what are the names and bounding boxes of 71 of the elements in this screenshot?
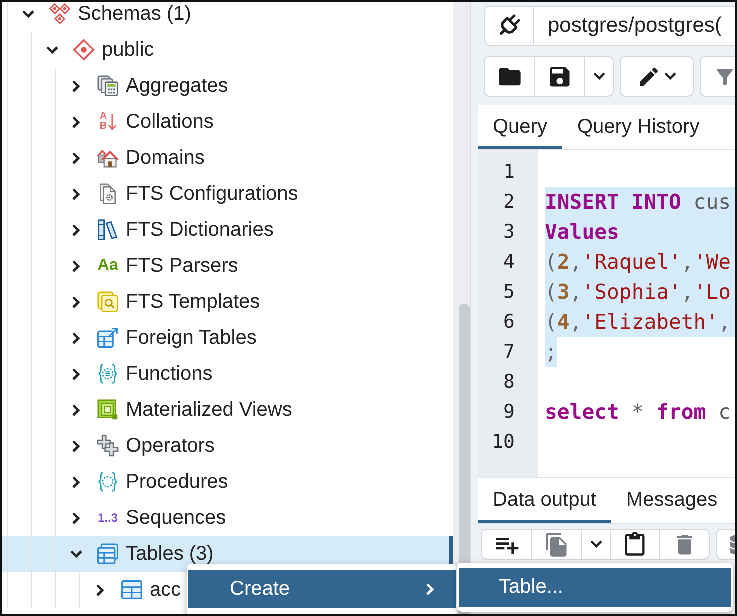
tree-item[interactable]: Aa FTS Parsers (2, 248, 238, 284)
letters-icon: Aa (97, 255, 119, 277)
tree-item[interactable]: Operators (2, 428, 215, 464)
caret-icon (590, 540, 602, 549)
line-number: 9 (504, 400, 515, 425)
nested-squares-icon (97, 399, 119, 421)
chevron-right-icon[interactable] (72, 512, 80, 524)
books-icon (97, 219, 119, 241)
chevron-right-icon[interactable] (72, 260, 80, 272)
tree-item[interactable]: Aggregates (2, 68, 228, 104)
code-line: select * from c (545, 399, 732, 426)
tree-item[interactable]: Materialized Views (2, 392, 292, 428)
line-number: 8 (504, 370, 515, 395)
chevron-right-icon[interactable] (96, 584, 104, 596)
chevron-right-icon[interactable] (72, 188, 80, 200)
copy-icon (544, 532, 570, 558)
diamonds-icon (49, 3, 71, 25)
line-number: 4 (504, 250, 515, 275)
tree-item[interactable]: Functions (2, 356, 213, 392)
calculator-icon (97, 75, 119, 97)
menu-item[interactable]: Create (188, 570, 456, 608)
chevron-right-icon[interactable] (72, 80, 80, 92)
tree-item[interactable]: Domains (2, 140, 205, 176)
caret-icon (664, 72, 677, 81)
tree-item[interactable]: Procedures (2, 464, 228, 500)
document-search-icon (97, 291, 119, 313)
menu-item[interactable]: Table... (459, 568, 731, 607)
tree-item[interactable]: Foreign Tables (2, 320, 257, 356)
table-icon (121, 579, 143, 601)
connection-name: postgres/postgres( (548, 14, 722, 38)
table-icon (97, 543, 119, 565)
tree-item[interactable]: AB Collations (2, 104, 214, 140)
chevron-right-icon[interactable] (72, 368, 80, 380)
tree-item[interactable]: FTS Configurations (2, 176, 298, 212)
line-number: 3 (504, 220, 515, 245)
chevron-right-icon[interactable] (72, 224, 80, 236)
table-arrow-icon (97, 327, 119, 349)
tree-item[interactable]: FTS Dictionaries (2, 212, 274, 248)
tab[interactable]: Data output (478, 478, 612, 523)
chevron-right-icon[interactable] (72, 296, 80, 308)
chevron-down-icon[interactable] (46, 46, 58, 54)
line-number: 5 (504, 280, 515, 305)
chevron-down-icon[interactable] (70, 550, 82, 558)
chevron-down-icon[interactable] (22, 10, 34, 18)
chevron-right-icon[interactable] (72, 116, 80, 128)
line-number: 10 (492, 430, 515, 455)
braces-icon (97, 363, 119, 385)
chevron-right-icon[interactable] (72, 332, 80, 344)
braces-icon (97, 471, 119, 493)
line-number: 1 (504, 160, 515, 185)
chevron-right-icon[interactable] (72, 404, 80, 416)
house-icon (97, 147, 119, 169)
chevron-right-icon[interactable] (72, 440, 80, 452)
connection-bar[interactable]: postgres/postgres( (484, 6, 735, 46)
tree-item[interactable]: acc (2, 572, 182, 608)
line-number: 2 (504, 190, 515, 215)
chevron-right-icon[interactable] (72, 152, 80, 164)
tree-item[interactable]: public (2, 32, 154, 68)
plus-signs-icon (97, 435, 119, 457)
tab[interactable]: Messages (611, 478, 733, 523)
line-number: 7 (504, 340, 515, 365)
caret-icon (592, 72, 606, 81)
diamond-icon (73, 39, 95, 61)
chevron-right-icon[interactable] (72, 476, 80, 488)
code-area[interactable]: INSERT INTO cus Values (2,'Raquel','We (3,'Sophia','Lo (4,'Elizabeth', ; select * from c (538, 150, 735, 477)
line-number: 6 (504, 310, 515, 335)
tab[interactable]: Query History (562, 105, 715, 149)
number-range-icon: 1..3 (97, 507, 119, 529)
tree-item[interactable]: Schemas (1) (2, 2, 192, 32)
tree-item[interactable]: FTS Templates (2, 284, 260, 320)
document-gear-icon (97, 183, 119, 205)
